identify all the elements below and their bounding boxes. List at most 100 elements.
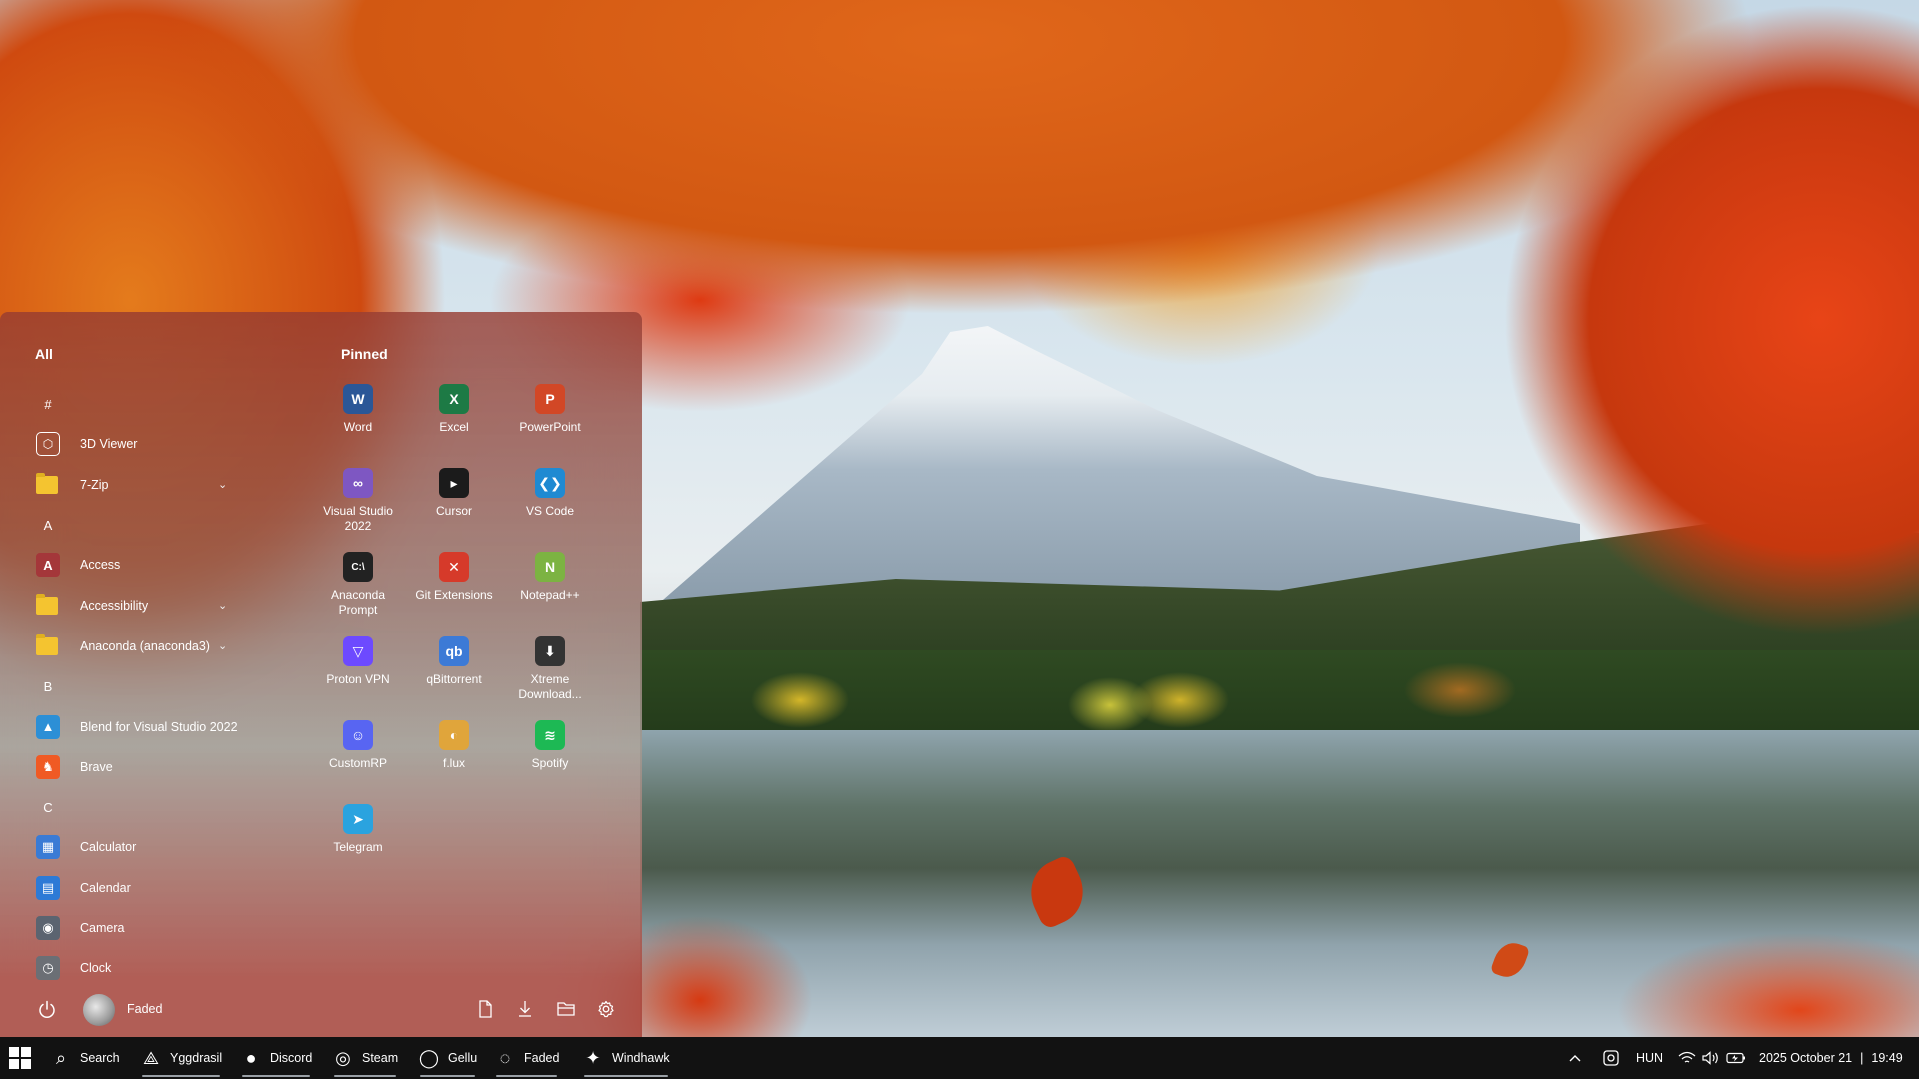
- folder-icon: [36, 633, 58, 655]
- user-name[interactable]: Faded: [127, 1002, 162, 1016]
- letter-header-10[interactable]: C: [0, 787, 300, 827]
- pinned-app[interactable]: P PowerPoint: [502, 382, 598, 466]
- app-list-item[interactable]: ♞ Brave: [0, 747, 300, 787]
- taskbar-steam-button[interactable]: ◎ Steam: [332, 1037, 398, 1079]
- app-label: Calculator: [80, 840, 137, 855]
- pinned-app-label: Git Extensions: [415, 588, 493, 602]
- pinned-app-label: qBittorrent: [426, 672, 482, 686]
- telegram-icon: ➤: [343, 804, 373, 834]
- calendar-icon: ▤: [36, 875, 60, 900]
- app-list-item[interactable]: ◉ Camera: [0, 908, 300, 948]
- tray-separator: |: [1860, 1051, 1864, 1065]
- start-button[interactable]: [8, 1037, 32, 1079]
- pinned-app[interactable]: C:\ Anaconda Prompt: [310, 550, 406, 634]
- taskbar-discord-button[interactable]: ● Discord: [240, 1037, 312, 1079]
- show-hidden-icons-button[interactable]: [1568, 1037, 1582, 1079]
- camera-icon: ◉: [36, 916, 60, 940]
- pinned-app[interactable]: ◐ f.lux: [406, 718, 502, 802]
- pinned-app-label: Telegram: [333, 840, 383, 854]
- search-icon: ⌕: [55, 1047, 67, 1068]
- folder-open-icon: [557, 1002, 575, 1016]
- app-list-item[interactable]: ⬡ 3D Viewer: [0, 424, 300, 464]
- app-folder-item[interactable]: Anaconda (anaconda3) ⌄: [0, 626, 300, 666]
- app-list-item[interactable]: ▦ Calculator: [0, 827, 300, 867]
- taskbar-windhawk-button[interactable]: ✦ Windhawk: [582, 1037, 670, 1079]
- pinned-app[interactable]: W Word: [310, 382, 406, 466]
- pinned-app-label: Proton VPN: [326, 672, 390, 686]
- pinned-app[interactable]: ≋ Spotify: [502, 718, 598, 802]
- app-folder-item[interactable]: Accessibility ⌄: [0, 585, 300, 625]
- pinned-app[interactable]: ❮❯ VS Code: [502, 466, 598, 550]
- cursor-icon: ▸: [439, 468, 469, 498]
- taskbar-item-label: Search: [80, 1051, 120, 1065]
- pinned-app[interactable]: ⬇ Xtreme Download...: [502, 634, 598, 718]
- pinned-app[interactable]: ▸ Cursor: [406, 466, 502, 550]
- letter-header-0[interactable]: #: [0, 384, 300, 424]
- pinned-app[interactable]: ∞ Visual Studio 2022: [310, 466, 406, 550]
- volume-icon: [1702, 1051, 1718, 1065]
- pinned-app[interactable]: ▽ Proton VPN: [310, 634, 406, 718]
- pinned-app[interactable]: qb qBittorrent: [406, 634, 502, 718]
- app-folder-item[interactable]: 7-Zip ⌄: [0, 465, 300, 505]
- app-label: Clock: [80, 961, 112, 976]
- clock-icon: ◷: [36, 956, 60, 981]
- chevron-down-icon[interactable]: ⌄: [218, 639, 227, 652]
- excel-icon: X: [439, 384, 469, 414]
- powerpoint-icon: P: [535, 384, 565, 414]
- app-label: 7-Zip: [80, 477, 109, 492]
- start-menu: All # ⬡ 3D Viewer 7-Zip ⌄ A A Access Accessibili…: [0, 312, 642, 1037]
- app-list-item[interactable]: ▤ Calendar: [0, 868, 300, 908]
- visual-studio-icon: ∞: [343, 468, 373, 498]
- app-label: 3D Viewer: [80, 437, 138, 452]
- app-list-item[interactable]: ▲ Blend for Visual Studio 2022: [0, 706, 300, 746]
- folder-icon: [36, 472, 58, 494]
- taskbar-item-label: Windhawk: [612, 1051, 670, 1065]
- all-apps-list: # ⬡ 3D Viewer 7-Zip ⌄ A A Access Accessibility ⌄ A…: [0, 384, 300, 988]
- downloads-button[interactable]: [514, 998, 536, 1020]
- proton-vpn-icon: ▽: [343, 636, 373, 666]
- tray-app-icon: [1603, 1050, 1619, 1066]
- notepad-plus-plus-icon: N: [535, 552, 565, 582]
- clock-date-area[interactable]: 2025 October 21 | 19:49: [1759, 1037, 1903, 1079]
- pinned-app-label: Anaconda Prompt: [330, 588, 386, 617]
- discord-icon: ●: [245, 1047, 257, 1068]
- pinned-panel: Pinned W Word X Excel P PowerPoint ∞ Visual Stu…: [310, 312, 640, 982]
- chevron-down-icon[interactable]: ⌄: [218, 599, 227, 612]
- app-label: Access: [80, 558, 121, 573]
- pinned-app-label: Notepad++: [520, 588, 580, 602]
- settings-button[interactable]: [595, 998, 617, 1020]
- pinned-app[interactable]: ☺ CustomRP: [310, 718, 406, 802]
- chevron-down-icon[interactable]: ⌄: [218, 478, 227, 491]
- language-indicator[interactable]: HUN: [1636, 1037, 1663, 1079]
- taskbar-search-button[interactable]: ⌕ Search: [50, 1037, 120, 1079]
- pinned-app[interactable]: ➤ Telegram: [310, 802, 406, 886]
- letter-header-3[interactable]: A: [0, 505, 300, 545]
- customrp-icon: ☺: [343, 720, 373, 750]
- tray-time: 19:49: [1871, 1051, 1903, 1065]
- taskbar-yggdrasil-button[interactable]: ⟁ Yggdrasil: [140, 1037, 222, 1079]
- tray-app-button[interactable]: [1602, 1037, 1620, 1079]
- start-menu-footer: Faded: [0, 982, 642, 1037]
- power-button[interactable]: [36, 999, 58, 1021]
- taskbar-item-label: Faded: [524, 1051, 560, 1065]
- document-icon: [479, 1000, 492, 1018]
- pinned-app-label: Cursor: [435, 504, 472, 518]
- pinned-app-label: Spotify: [531, 756, 569, 770]
- letter-header-7[interactable]: B: [0, 666, 300, 706]
- chevron-up-icon: [1569, 1055, 1581, 1062]
- quick-settings-button[interactable]: [1678, 1037, 1746, 1079]
- gear-icon: [598, 1000, 614, 1018]
- taskbar-item-label: Gellu: [448, 1051, 478, 1065]
- user-avatar[interactable]: [83, 994, 115, 1026]
- taskbar-gellu-button[interactable]: ◯ Gellu: [418, 1037, 477, 1079]
- pinned-app-label: Xtreme Download...: [518, 672, 582, 701]
- app-list-item[interactable]: A Access: [0, 545, 300, 585]
- pinned-app[interactable]: X Excel: [406, 382, 502, 466]
- pinned-app[interactable]: ✕ Git Extensions: [406, 550, 502, 634]
- folder-icon: [36, 593, 58, 615]
- taskbar-faded-button[interactable]: ◌ Faded: [494, 1037, 559, 1079]
- documents-button[interactable]: [474, 998, 496, 1020]
- pinned-app[interactable]: N Notepad++: [502, 550, 598, 634]
- all-apps-panel: All # ⬡ 3D Viewer 7-Zip ⌄ A A Access Accessibili…: [0, 312, 300, 982]
- file-explorer-button[interactable]: [555, 998, 577, 1020]
